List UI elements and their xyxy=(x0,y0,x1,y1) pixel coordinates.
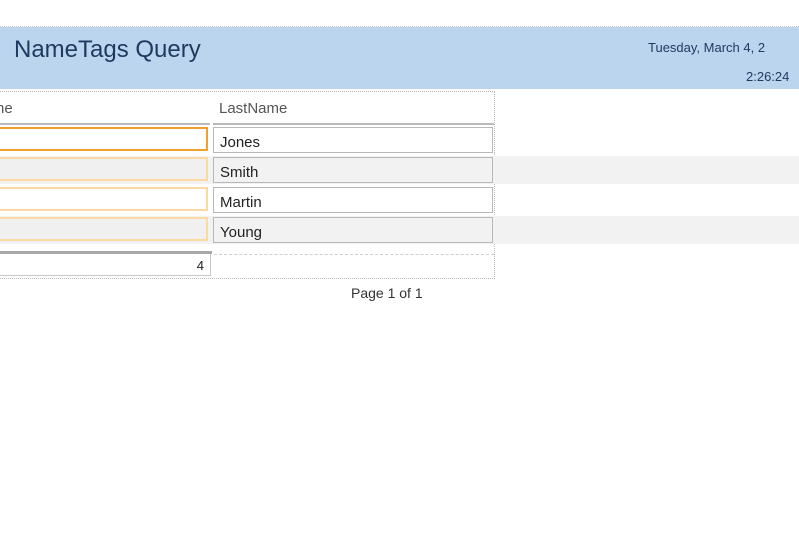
lastname-cell[interactable]: Young xyxy=(213,217,493,243)
report-date: Tuesday, March 4, 2 xyxy=(648,40,766,55)
page-number: Page 1 of 1 xyxy=(351,285,423,301)
report-page: NameTags Query Tuesday, March 4, 2 2:26:… xyxy=(0,0,799,540)
firstname-cell[interactable] xyxy=(0,217,208,241)
firstname-column-header: ne xyxy=(0,100,13,117)
report-time: 2:26:24 xyxy=(746,69,790,84)
report-title: NameTags Query xyxy=(14,36,201,63)
lastname-cell[interactable]: Smith xyxy=(213,157,493,183)
header-underline-first xyxy=(0,123,210,125)
lastname-column-header: LastName xyxy=(219,100,288,117)
record-count: 4 xyxy=(196,258,204,273)
footer-divider xyxy=(214,254,494,255)
lastname-cell[interactable]: Jones xyxy=(213,127,493,153)
firstname-cell[interactable] xyxy=(0,157,208,181)
header-underline-last xyxy=(213,123,494,125)
firstname-cell[interactable] xyxy=(0,127,208,151)
record-count-box[interactable]: 4 xyxy=(0,254,211,276)
firstname-cell[interactable] xyxy=(0,187,208,211)
lastname-cell[interactable]: Martin xyxy=(213,187,493,213)
